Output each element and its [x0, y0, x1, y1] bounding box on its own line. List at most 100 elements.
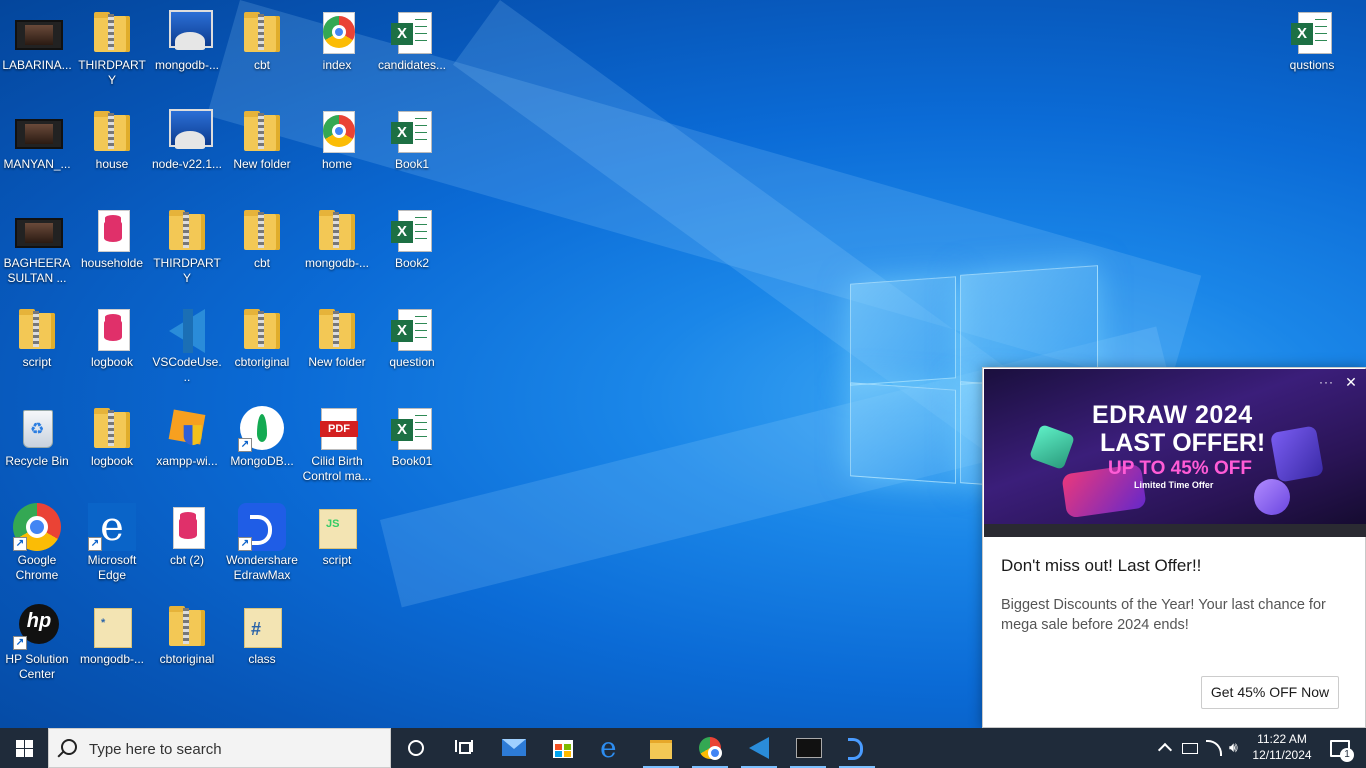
desktop-icon-bagheera[interactable]: BAGHEERA SULTAN ... — [1, 206, 73, 286]
banner-discount: UP TO 45% OFF — [1108, 458, 1252, 479]
desktop-icon-script-js[interactable]: JS script — [301, 503, 373, 568]
database-file-icon — [179, 517, 197, 539]
desktop-icon-class[interactable]: # class — [226, 602, 298, 667]
shortcut-arrow-icon: ↗ — [88, 537, 102, 551]
video-file-icon — [15, 119, 63, 149]
desktop-icon-cbtoriginal-2[interactable]: cbtoriginal — [151, 602, 223, 667]
video-file-icon — [15, 20, 63, 50]
edrawmax-taskbar-button[interactable] — [833, 728, 881, 768]
speaker-icon: 🔊︎ — [1229, 739, 1238, 755]
desktop-icon-xampp[interactable]: xampp-wi... — [151, 404, 223, 469]
desktop-icon-book2[interactable]: X Book2 — [376, 206, 448, 271]
clock-time: 11:22 AM — [1257, 732, 1307, 746]
desktop-icon-logbook-db[interactable]: logbook — [76, 305, 148, 370]
desktop-icon-new-folder-2[interactable]: New folder — [301, 305, 373, 370]
wifi-icon — [1206, 740, 1222, 756]
desktop-icon-home[interactable]: home — [301, 107, 373, 172]
offer-banner-image[interactable]: EDRAW 2024 LAST OFFER! UP TO 45% OFF Lim… — [984, 369, 1366, 537]
desktop-icon-qustions[interactable]: X qustions — [1276, 8, 1348, 73]
desktop-icon-book1[interactable]: X Book1 — [376, 107, 448, 172]
excel-file-icon: X — [391, 111, 432, 153]
action-center-button[interactable]: 1 — [1320, 728, 1366, 768]
desktop-icon-google-chrome[interactable]: ↗ Google Chrome — [1, 503, 73, 583]
xampp-installer-icon — [168, 409, 206, 445]
show-hidden-icons-button[interactable] — [1152, 728, 1176, 768]
desktop-icon-mongodb-compass[interactable]: ↗ MongoDB... — [226, 404, 298, 469]
database-file-icon — [104, 220, 122, 242]
search-input[interactable] — [87, 737, 381, 761]
desktop-icon-logbook-folder[interactable]: logbook — [76, 404, 148, 469]
windows-start-icon — [16, 740, 33, 757]
desktop-icon-hp-solution-center[interactable]: hp ↗ HP Solution Center — [1, 602, 73, 682]
file-explorer-button[interactable] — [637, 728, 685, 768]
taskbar-search-box[interactable] — [48, 728, 391, 768]
desktop-icon-candidates[interactable]: X candidates... — [376, 8, 448, 73]
file-explorer-icon — [650, 740, 672, 759]
desktop-icon-cbt-db[interactable]: cbt (2) — [151, 503, 223, 568]
mail-button[interactable] — [490, 728, 538, 768]
desktop-icon-house[interactable]: house — [76, 107, 148, 172]
excel-file-icon: X — [1291, 12, 1332, 54]
shortcut-arrow-icon: ↗ — [13, 537, 27, 551]
more-options-icon[interactable]: ··· — [1319, 375, 1334, 389]
installer-icon — [169, 109, 213, 149]
edraw-offer-notification[interactable]: EDRAW 2024 LAST OFFER! UP TO 45% OFF Lim… — [982, 367, 1366, 728]
store-button[interactable] — [539, 728, 587, 768]
terminal-icon — [796, 738, 822, 758]
shortcut-arrow-icon: ↗ — [238, 438, 252, 452]
banner-subheadline: LAST OFFER! — [1100, 429, 1266, 457]
search-icon — [61, 739, 77, 755]
desktop-icon-cbtoriginal[interactable]: cbtoriginal — [226, 305, 298, 370]
banner-headline: EDRAW 2024 — [1092, 401, 1253, 429]
chrome-icon — [699, 737, 722, 760]
battery-icon — [1182, 743, 1198, 754]
cortana-button[interactable] — [392, 728, 440, 768]
excel-file-icon: X — [391, 210, 432, 252]
shortcut-arrow-icon: ↗ — [238, 537, 252, 551]
close-icon[interactable]: ✕ — [1342, 373, 1360, 391]
desktop-icon-labarina[interactable]: LABARINA... — [1, 8, 73, 73]
vscode-taskbar-button[interactable] — [735, 728, 783, 768]
terminal-taskbar-button[interactable] — [784, 728, 832, 768]
desktop-icon-recycle-bin[interactable]: Recycle Bin — [1, 404, 73, 469]
database-file-icon — [104, 319, 122, 341]
video-file-icon — [15, 218, 63, 248]
network-button[interactable] — [1202, 728, 1226, 768]
desktop-icon-mongodb-3[interactable]: * mongodb-... — [76, 602, 148, 667]
recycle-bin-icon — [23, 410, 53, 448]
excel-file-icon: X — [391, 12, 432, 54]
desktop-icon-question[interactable]: X question — [376, 305, 448, 370]
clock-date: 12/11/2024 — [1252, 748, 1312, 762]
desktop-icon-thirdparty[interactable]: THIRDPARTY — [76, 8, 148, 88]
notification-body: Biggest Discounts of the Year! Your last… — [1001, 597, 1326, 633]
desktop-icon-cbt-2[interactable]: cbt — [226, 206, 298, 271]
store-icon — [553, 740, 573, 758]
task-view-button[interactable] — [440, 728, 488, 768]
desktop-icon-cbt[interactable]: cbt — [226, 8, 298, 73]
notification-count-badge: 1 — [1340, 748, 1354, 762]
get-offer-button[interactable]: Get 45% OFF Now — [1201, 676, 1339, 709]
start-button[interactable] — [0, 728, 48, 768]
pdf-file-icon: PDF — [320, 408, 358, 450]
desktop-icon-edrawmax[interactable]: ↗ Wondershare EdrawMax — [226, 503, 298, 583]
desktop-icon-index[interactable]: index — [301, 8, 373, 73]
desktop-icon-mongodb-installer[interactable]: mongodb-... — [151, 8, 223, 73]
desktop-icon-pdf[interactable]: PDF Cilid Birth Control ma... — [301, 404, 373, 484]
chrome-taskbar-button[interactable] — [686, 728, 734, 768]
desktop-icon-thirdparty-2[interactable]: THIRDPARTY — [151, 206, 223, 286]
chrome-html-icon — [323, 16, 355, 48]
desktop-icon-script[interactable]: script — [1, 305, 73, 370]
desktop-icon-book01[interactable]: X Book01 — [376, 404, 448, 469]
desktop-icon-node-installer[interactable]: node-v22.1... — [151, 107, 223, 172]
clock[interactable]: 11:22 AM 12/11/2024 — [1244, 731, 1320, 763]
desktop-icon-vscode-installer[interactable]: VSCodeUse... — [151, 305, 223, 385]
desktop-icon-microsoft-edge[interactable]: e ↗ Microsoft Edge — [76, 503, 148, 583]
vscode-icon — [169, 309, 205, 353]
banner-tagline: Limited Time Offer — [1134, 480, 1214, 490]
desktop-icon-new-folder[interactable]: New folder — [226, 107, 298, 172]
desktop-icon-manyan[interactable]: MANYAN_... — [1, 107, 73, 172]
desktop-icon-householde[interactable]: householde — [76, 206, 148, 271]
desktop-icon-mongodb-2[interactable]: mongodb-... — [301, 206, 373, 271]
battery-button[interactable] — [1178, 728, 1202, 768]
edge-taskbar-button[interactable]: e — [588, 728, 636, 768]
